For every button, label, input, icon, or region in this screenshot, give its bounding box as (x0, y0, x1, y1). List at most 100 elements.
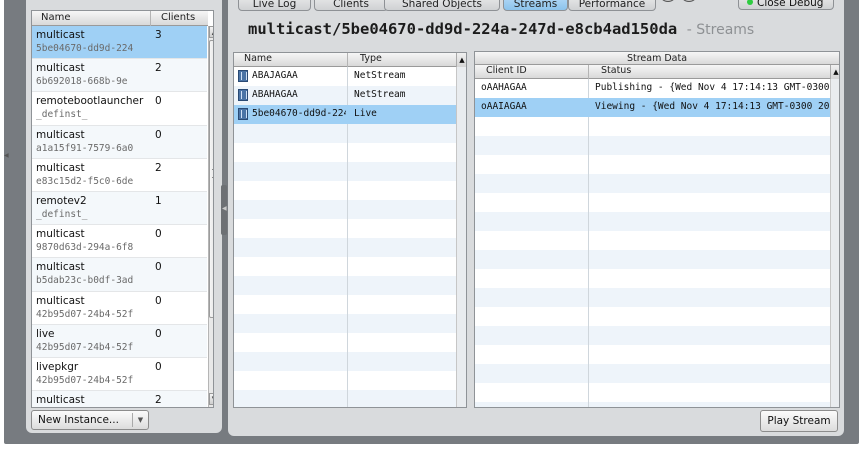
tab-streams[interactable]: Streams (503, 0, 568, 11)
instance-row[interactable]: multicast 2 (32, 391, 207, 407)
instance-row[interactable]: multicast a1a15f91-7579-6a0 0 (32, 125, 207, 159)
instance-clients: 0 (155, 95, 162, 108)
instance-row[interactable]: remotev2 _definst_ 1 (32, 191, 207, 226)
instance-clients: 3 (155, 29, 162, 41)
refresh-icon[interactable]: ↻ (659, 0, 677, 2)
client-id: oAAIAGAA (481, 101, 527, 112)
instance-clients: 2 (155, 394, 162, 407)
scroll-down-icon[interactable]: ▼ (209, 393, 213, 405)
streams-scrollbar[interactable] (456, 67, 466, 407)
scroll-thumb[interactable] (209, 40, 213, 318)
instance-clients: 0 (155, 228, 162, 241)
instance-name: multicast (36, 394, 85, 407)
instance-id: 42b95d07-24b4-52f (36, 341, 134, 353)
streams-table: Name Type ▲ ABAJAGAA NetStream ABAHAGAA Ne… (233, 52, 467, 408)
instance-clients: 2 (155, 62, 162, 75)
page-title: multicast/5be04670-dd9d-224a-247d-e8cb4a… (248, 20, 754, 38)
tab-clients[interactable]: Clients (314, 0, 388, 11)
instance-clients: 0 (155, 128, 162, 141)
instance-name: multicast (36, 29, 85, 41)
column-divider[interactable] (588, 65, 589, 79)
stream-name: ABAJAGAA (252, 70, 298, 81)
instance-clients: 0 (155, 261, 162, 274)
film-icon (238, 108, 248, 120)
instance-row[interactable]: remotebootlauncher _definst_ 0 (32, 92, 207, 126)
column-header-type[interactable]: Type (360, 53, 382, 64)
instance-id: _definst_ (36, 208, 88, 220)
section-name: - Streams (686, 22, 755, 38)
client-status: Publishing - {Wed Nov 4 17:14:13 GMT-030… (595, 82, 831, 93)
instance-name: livepkgr (36, 360, 79, 373)
chevron-down-icon[interactable]: ▼ (132, 413, 148, 427)
new-instance-label: New Instance... (38, 414, 119, 426)
collapse-arrow-icon[interactable]: ◀ (4, 152, 9, 160)
instance-id: 9870d63d-294a-6f8 (36, 242, 134, 254)
column-divider[interactable] (150, 11, 151, 26)
instance-name: multicast (36, 294, 85, 307)
column-header-name[interactable]: Name (41, 12, 71, 23)
sort-arrow-icon[interactable]: ▲ (830, 65, 839, 79)
admin-console: ◀ Name Clients ▲ multicast 5be04670-dd9d-… (4, 0, 859, 444)
client-id: oAAHAGAA (481, 82, 527, 93)
instance-clients: 2 (155, 161, 162, 174)
instance-row[interactable]: multicast 5be04670-dd9d-224 3 (32, 26, 207, 60)
streams-rows: ABAJAGAA NetStream ABAHAGAA NetStream 5be0… (234, 67, 466, 124)
instance-id: _definst_ (36, 109, 88, 121)
stream-data-title: Stream Data (475, 52, 839, 65)
column-line (588, 79, 589, 407)
stream-data-scrollbar[interactable] (830, 79, 839, 407)
instance-id: 6b692018-668b-9e (36, 76, 128, 88)
instance-clients: 1 (155, 194, 162, 207)
stream-row[interactable]: 5be04670-dd9d-224a Live (234, 105, 466, 124)
streams-panel: Live Log Clients Shared Objects Streams … (228, 0, 844, 436)
column-header-status[interactable]: Status (601, 65, 631, 76)
instance-id: e83c15d2-f5c0-6de (36, 175, 134, 187)
film-icon (238, 70, 248, 82)
instance-row[interactable]: live 42b95d07-24b4-52f 0 (32, 324, 207, 358)
column-header-clients[interactable]: Clients (161, 12, 195, 23)
instance-name: multicast (36, 161, 85, 174)
instance-row[interactable]: livepkgr 42b95d07-24b4-52f 0 (32, 357, 207, 392)
column-header-client-id[interactable]: Client ID (486, 65, 527, 76)
client-status: Viewing - {Wed Nov 4 17:14:13 GMT-0300 2… (595, 101, 831, 112)
stream-name: ABAHAGAA (252, 89, 298, 100)
instance-clients: 0 (155, 360, 162, 373)
status-led-icon (747, 0, 753, 5)
instance-clients: 0 (155, 294, 162, 307)
instances-rows: multicast 5be04670-dd9d-224 3 multicast 6b6… (32, 26, 207, 407)
settings-icon[interactable]: ↺ (680, 0, 698, 2)
column-divider[interactable] (347, 53, 348, 67)
stream-data-table: Stream Data Client ID Status ▲ oAAHAGAA P… (474, 51, 840, 408)
column-header-name[interactable]: Name (244, 53, 272, 64)
stream-name: 5be04670-dd9d-224a (252, 108, 346, 119)
panel-resize-handle[interactable]: ◀ (221, 185, 227, 235)
stream-row[interactable]: ABAJAGAA NetStream (234, 67, 466, 86)
tab-shared-objects[interactable]: Shared Objects (384, 0, 500, 11)
tab-live-log[interactable]: Live Log (238, 0, 311, 11)
instance-row[interactable]: multicast 9870d63d-294a-6f8 0 (32, 225, 207, 259)
client-row[interactable]: oAAHAGAA Publishing - {Wed Nov 4 17:14:13… (475, 79, 831, 98)
scroll-up-icon[interactable]: ▲ (209, 26, 213, 38)
stream-row[interactable]: ABAHAGAA NetStream (234, 86, 466, 105)
instance-name: multicast (36, 228, 85, 241)
instance-row[interactable]: multicast e83c15d2-f5c0-6de 2 (32, 158, 207, 192)
film-icon (238, 89, 248, 101)
close-debug-button[interactable]: Close Debug (738, 0, 834, 10)
instance-row[interactable]: multicast 6b692018-668b-9e 2 (32, 59, 207, 93)
instance-row[interactable]: multicast 42b95d07-24b4-52f 0 (32, 291, 207, 325)
instance-row[interactable]: multicast b5dab23c-b0df-3ad 0 (32, 258, 207, 292)
close-debug-label: Close Debug (757, 0, 824, 9)
instance-id: a1a15f91-7579-6a0 (36, 142, 134, 154)
instances-list: Name Clients ▲ multicast 5be04670-dd9d-22… (31, 10, 214, 408)
stream-type: NetStream (354, 70, 406, 81)
application-path: multicast/5be04670-dd9d-224a-247d-e8cb4a… (248, 20, 678, 38)
stream-type: NetStream (354, 89, 406, 100)
new-instance-button[interactable]: New Instance... ▼ (31, 410, 149, 430)
play-stream-button[interactable]: Play Stream (760, 410, 838, 432)
instance-name: multicast (36, 62, 85, 75)
instances-scrollbar[interactable]: ▲ ▼ (208, 26, 213, 407)
client-row[interactable]: oAAIAGAA Viewing - {Wed Nov 4 17:14:13 GM… (475, 98, 831, 117)
sort-arrow-icon[interactable]: ▲ (456, 53, 466, 67)
tab-performance[interactable]: Performance (568, 0, 656, 11)
stream-type: Live (354, 108, 377, 119)
